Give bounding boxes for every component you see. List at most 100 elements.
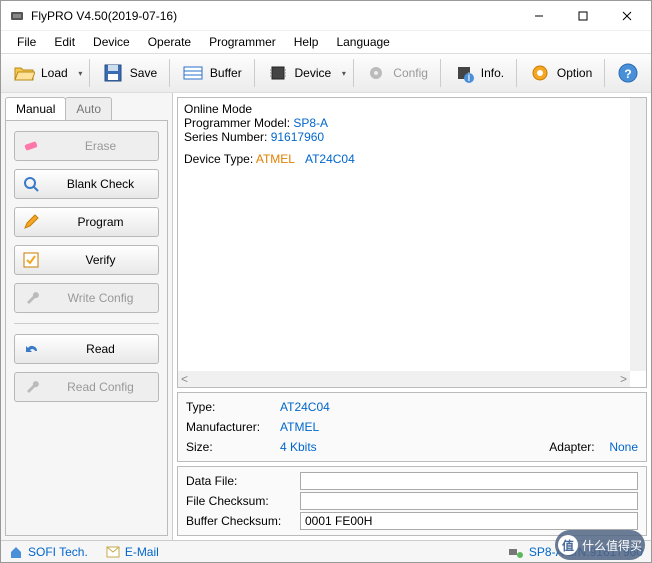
menu-language[interactable]: Language bbox=[328, 33, 397, 51]
config-button[interactable]: Config bbox=[357, 57, 436, 89]
info-button[interactable]: i Info. bbox=[445, 57, 512, 89]
info-row: Type: AT24C04 bbox=[186, 397, 638, 417]
type-key: Type: bbox=[186, 400, 276, 414]
mail-icon bbox=[106, 546, 120, 558]
info-row: File Checksum: bbox=[186, 491, 638, 511]
program-button[interactable]: Program bbox=[14, 207, 159, 237]
menu-edit[interactable]: Edit bbox=[46, 33, 83, 51]
vertical-scrollbar[interactable] bbox=[630, 98, 646, 371]
option-button[interactable]: Option bbox=[521, 57, 600, 89]
email-link[interactable]: E-Mail bbox=[106, 545, 159, 559]
bufferchecksum-key: Buffer Checksum: bbox=[186, 514, 296, 528]
option-label: Option bbox=[557, 66, 592, 80]
undo-arrow-icon bbox=[23, 341, 41, 357]
connection-status: SP8-A S/N:91617960 bbox=[507, 545, 643, 559]
erase-button[interactable]: Erase bbox=[14, 131, 159, 161]
statusbar: SOFI Tech. E-Mail SP8-A S/N:91617960 值 什… bbox=[1, 540, 651, 562]
menu-help[interactable]: Help bbox=[286, 33, 327, 51]
manufacturer-value: ATMEL bbox=[280, 420, 319, 434]
read-config-label: Read Config bbox=[51, 380, 150, 394]
device-label: Device bbox=[295, 66, 332, 80]
separator bbox=[14, 323, 159, 324]
output-box: Online Mode Programmer Model: SP8-A Seri… bbox=[177, 97, 647, 388]
menu-programmer[interactable]: Programmer bbox=[201, 33, 284, 51]
menu-file[interactable]: File bbox=[9, 33, 44, 51]
separator bbox=[353, 59, 354, 87]
pencil-icon bbox=[23, 214, 41, 230]
floppy-icon bbox=[102, 62, 124, 84]
bufferchecksum-field[interactable]: 0001 FE00H bbox=[300, 512, 638, 530]
save-label: Save bbox=[130, 66, 157, 80]
maximize-button[interactable] bbox=[561, 2, 605, 30]
verify-button[interactable]: Verify bbox=[14, 245, 159, 275]
blank-check-button[interactable]: Blank Check bbox=[14, 169, 159, 199]
datafile-key: Data File: bbox=[186, 474, 296, 488]
info-row: Size: 4 Kbits Adapter: None bbox=[186, 437, 638, 457]
menu-operate[interactable]: Operate bbox=[140, 33, 199, 51]
help-icon: ? bbox=[617, 62, 639, 84]
help-button[interactable]: ? bbox=[609, 57, 647, 89]
tab-auto[interactable]: Auto bbox=[65, 97, 112, 120]
usb-connected-icon bbox=[507, 545, 523, 559]
size-value: 4 Kbits bbox=[280, 440, 317, 454]
toolbar: Load Save Buffer Device Config i Info. bbox=[1, 53, 651, 93]
manufacturer-key: Manufacturer: bbox=[186, 420, 276, 434]
menu-device[interactable]: Device bbox=[85, 33, 138, 51]
horizontal-scrollbar[interactable]: <> bbox=[178, 371, 630, 387]
info-row: Buffer Checksum: 0001 FE00H bbox=[186, 511, 638, 531]
erase-label: Erase bbox=[51, 139, 150, 153]
body: Manual Auto Erase Blank Check Program bbox=[1, 93, 651, 540]
read-config-button[interactable]: Read Config bbox=[14, 372, 159, 402]
adapter-key: Adapter: bbox=[549, 440, 594, 454]
minimize-button[interactable] bbox=[517, 2, 561, 30]
svg-text:i: i bbox=[467, 70, 470, 84]
size-key: Size: bbox=[186, 440, 276, 454]
save-button[interactable]: Save bbox=[94, 57, 165, 89]
app-icon bbox=[9, 8, 25, 24]
tabs: Manual Auto bbox=[5, 97, 168, 120]
buffer-button[interactable]: Buffer bbox=[174, 57, 250, 89]
output-line: Device Type: ATMEL AT24C04 bbox=[184, 152, 640, 166]
datafile-field[interactable] bbox=[300, 472, 638, 490]
output-line: Programmer Model: SP8-A bbox=[184, 116, 640, 130]
write-config-label: Write Config bbox=[51, 291, 150, 305]
write-config-button[interactable]: Write Config bbox=[14, 283, 159, 313]
menubar: File Edit Device Operate Programmer Help… bbox=[1, 31, 651, 53]
magnifier-icon bbox=[23, 176, 41, 192]
wrench-icon bbox=[23, 379, 41, 395]
output-line: Series Number: 91617960 bbox=[184, 130, 640, 144]
buffer-icon bbox=[182, 62, 204, 84]
output-line: Online Mode bbox=[184, 102, 640, 116]
file-info-box: Data File: File Checksum: Buffer Checksu… bbox=[177, 466, 647, 536]
check-icon bbox=[23, 252, 41, 268]
info-row: Manufacturer: ATMEL bbox=[186, 417, 638, 437]
chip-info-icon: i bbox=[453, 62, 475, 84]
separator bbox=[89, 59, 90, 87]
tab-panel-manual: Erase Blank Check Program Verify Write C… bbox=[5, 120, 168, 536]
device-dropdown[interactable] bbox=[339, 69, 348, 78]
gear-orange-icon bbox=[529, 62, 551, 84]
read-button[interactable]: Read bbox=[14, 334, 159, 364]
eraser-icon bbox=[23, 138, 41, 154]
separator bbox=[516, 59, 517, 87]
svg-text:?: ? bbox=[624, 67, 631, 81]
gear-icon bbox=[365, 62, 387, 84]
device-button[interactable]: Device bbox=[259, 57, 340, 89]
load-button[interactable]: Load bbox=[5, 57, 76, 89]
load-label: Load bbox=[41, 66, 68, 80]
sofi-link[interactable]: SOFI Tech. bbox=[9, 545, 88, 559]
filechecksum-field[interactable] bbox=[300, 492, 638, 510]
blank-check-label: Blank Check bbox=[51, 177, 150, 191]
close-button[interactable] bbox=[605, 2, 649, 30]
read-label: Read bbox=[51, 342, 150, 356]
program-label: Program bbox=[51, 215, 150, 229]
folder-open-icon bbox=[13, 62, 35, 84]
tab-manual[interactable]: Manual bbox=[5, 97, 66, 120]
config-label: Config bbox=[393, 66, 428, 80]
separator bbox=[254, 59, 255, 87]
load-dropdown[interactable] bbox=[76, 69, 85, 78]
info-row: Data File: bbox=[186, 471, 638, 491]
separator bbox=[169, 59, 170, 87]
app-window: FlyPRO V4.50(2019-07-16) File Edit Devic… bbox=[0, 0, 652, 563]
home-icon bbox=[9, 545, 23, 559]
